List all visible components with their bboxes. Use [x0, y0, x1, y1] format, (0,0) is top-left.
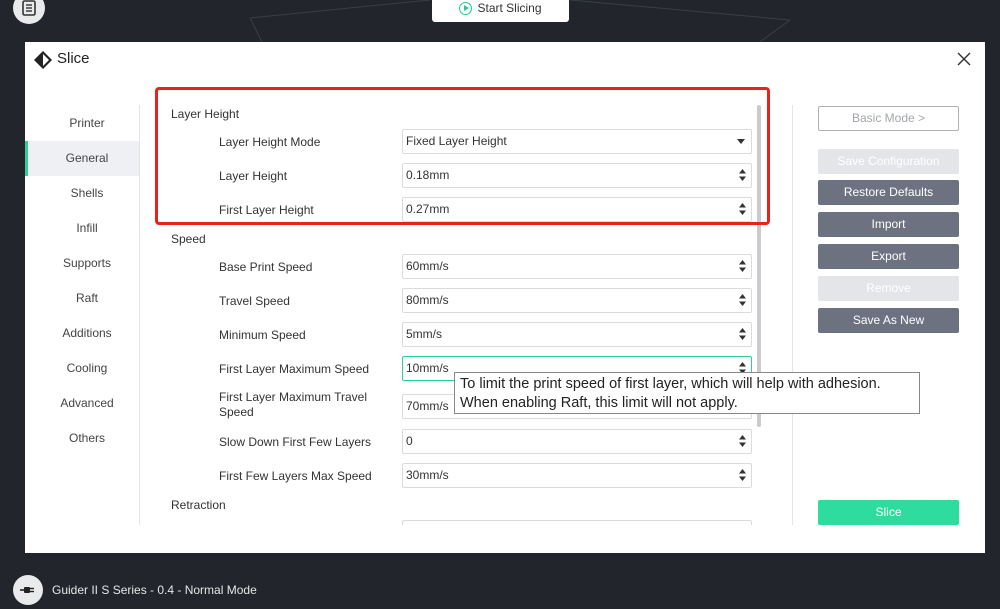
- spin-arrows-icon[interactable]: [739, 169, 746, 181]
- first-few-layers-max-speed-label: First Few Layers Max Speed: [219, 469, 372, 483]
- layer-height-label: Layer Height: [219, 169, 288, 183]
- tooltip-line-2: When enabling Raft, this limit will not …: [460, 395, 738, 411]
- tooltip: To limit the print speed of first layer,…: [454, 372, 920, 414]
- document-icon: [22, 0, 36, 16]
- slice-dialog: Slice Printer General Shells Infill Supp…: [25, 42, 985, 553]
- settings-panel: Layer Height Layer Height Mode Fixed Lay…: [155, 92, 765, 525]
- printer-connection-button[interactable]: [13, 575, 43, 605]
- minimum-speed-label: Minimum Speed: [219, 328, 306, 342]
- remove-button[interactable]: Remove: [818, 276, 959, 301]
- section-retraction: Retraction: [171, 498, 226, 512]
- base-print-speed-stepper[interactable]: 60mm/s: [402, 254, 752, 279]
- layer-height-mode-label: Layer Height Mode: [219, 135, 321, 149]
- first-layer-max-travel-speed-value: 70mm/s: [406, 399, 449, 413]
- play-icon: [459, 1, 473, 15]
- spin-arrows-icon[interactable]: [739, 328, 746, 340]
- nav-item-advanced[interactable]: Advanced: [25, 386, 139, 421]
- nav-item-infill[interactable]: Infill: [25, 211, 139, 246]
- first-few-layers-max-speed-stepper[interactable]: 30mm/s: [402, 463, 752, 488]
- nav-item-additions[interactable]: Additions: [25, 316, 139, 351]
- actions-divider: [792, 105, 793, 525]
- slice-button[interactable]: Slice: [818, 500, 959, 525]
- restore-defaults-button[interactable]: Restore Defaults: [818, 180, 959, 205]
- start-slicing-button[interactable]: Start Slicing: [432, 0, 569, 22]
- first-layer-max-speed-value: 10mm/s: [406, 361, 449, 375]
- spin-arrows-icon[interactable]: [739, 260, 746, 272]
- minimum-speed-value: 5mm/s: [406, 327, 442, 341]
- save-as-new-button[interactable]: Save As New: [818, 308, 959, 333]
- nav-item-supports[interactable]: Supports: [25, 246, 139, 281]
- layer-height-mode-value: Fixed Layer Height: [406, 134, 507, 148]
- nav-item-general[interactable]: General: [25, 141, 139, 176]
- section-layer-height: Layer Height: [171, 107, 240, 121]
- travel-speed-label: Travel Speed: [219, 294, 290, 308]
- machine-status-text: Guider II S Series - 0.4 - Normal Mode: [52, 583, 257, 597]
- slow-down-first-layers-value: 0: [406, 434, 413, 448]
- nav-divider: [139, 105, 140, 525]
- retraction-field-partial[interactable]: [402, 520, 752, 525]
- nav-item-printer[interactable]: Printer: [25, 106, 139, 141]
- minimum-speed-stepper[interactable]: 5mm/s: [402, 322, 752, 347]
- nav-item-others[interactable]: Others: [25, 421, 139, 456]
- nav-item-shells[interactable]: Shells: [25, 176, 139, 211]
- first-few-layers-max-speed-value: 30mm/s: [406, 468, 449, 482]
- travel-speed-value: 80mm/s: [406, 293, 449, 307]
- spin-arrows-icon[interactable]: [739, 294, 746, 306]
- section-speed: Speed: [171, 232, 206, 246]
- start-slicing-label: Start Slicing: [477, 1, 542, 15]
- settings-nav: Printer General Shells Infill Supports R…: [25, 106, 139, 456]
- dialog-title: Slice: [57, 50, 90, 67]
- spin-arrows-icon[interactable]: [739, 435, 746, 447]
- close-icon[interactable]: [955, 50, 973, 68]
- travel-speed-stepper[interactable]: 80mm/s: [402, 288, 752, 313]
- plug-icon: [20, 587, 34, 593]
- first-layer-height-label: First Layer Height: [219, 203, 314, 217]
- basic-mode-button[interactable]: Basic Mode >: [818, 106, 959, 131]
- layer-height-value: 0.18mm: [406, 168, 450, 182]
- nav-item-cooling[interactable]: Cooling: [25, 351, 139, 386]
- layer-height-stepper[interactable]: 0.18mm: [402, 163, 752, 188]
- layer-height-mode-select[interactable]: Fixed Layer Height: [402, 129, 752, 154]
- chevron-down-icon: [737, 139, 745, 144]
- export-button[interactable]: Export: [818, 244, 959, 269]
- first-layer-height-value: 0.27mm: [406, 202, 450, 216]
- nav-item-raft[interactable]: Raft: [25, 281, 139, 316]
- import-button[interactable]: Import: [818, 212, 959, 237]
- base-print-speed-label: Base Print Speed: [219, 260, 313, 274]
- spin-arrows-icon[interactable]: [739, 203, 746, 215]
- status-bar: Guider II S Series - 0.4 - Normal Mode: [0, 572, 1000, 609]
- dialog-header: Slice: [25, 42, 985, 77]
- tooltip-line-1: To limit the print speed of first layer,…: [460, 376, 881, 392]
- first-layer-max-travel-speed-label: First Layer Maximum Travel Speed: [219, 390, 368, 419]
- first-layer-height-stepper[interactable]: 0.27mm: [402, 197, 752, 222]
- spin-arrows-icon[interactable]: [739, 469, 746, 481]
- slow-down-first-layers-label: Slow Down First Few Layers: [219, 435, 372, 449]
- slow-down-first-layers-stepper[interactable]: 0: [402, 429, 752, 454]
- save-configuration-button[interactable]: Save Configuration: [818, 149, 959, 174]
- base-print-speed-value: 60mm/s: [406, 259, 449, 273]
- first-layer-max-speed-label: First Layer Maximum Speed: [219, 362, 370, 376]
- flashforge-logo-icon: [34, 51, 52, 69]
